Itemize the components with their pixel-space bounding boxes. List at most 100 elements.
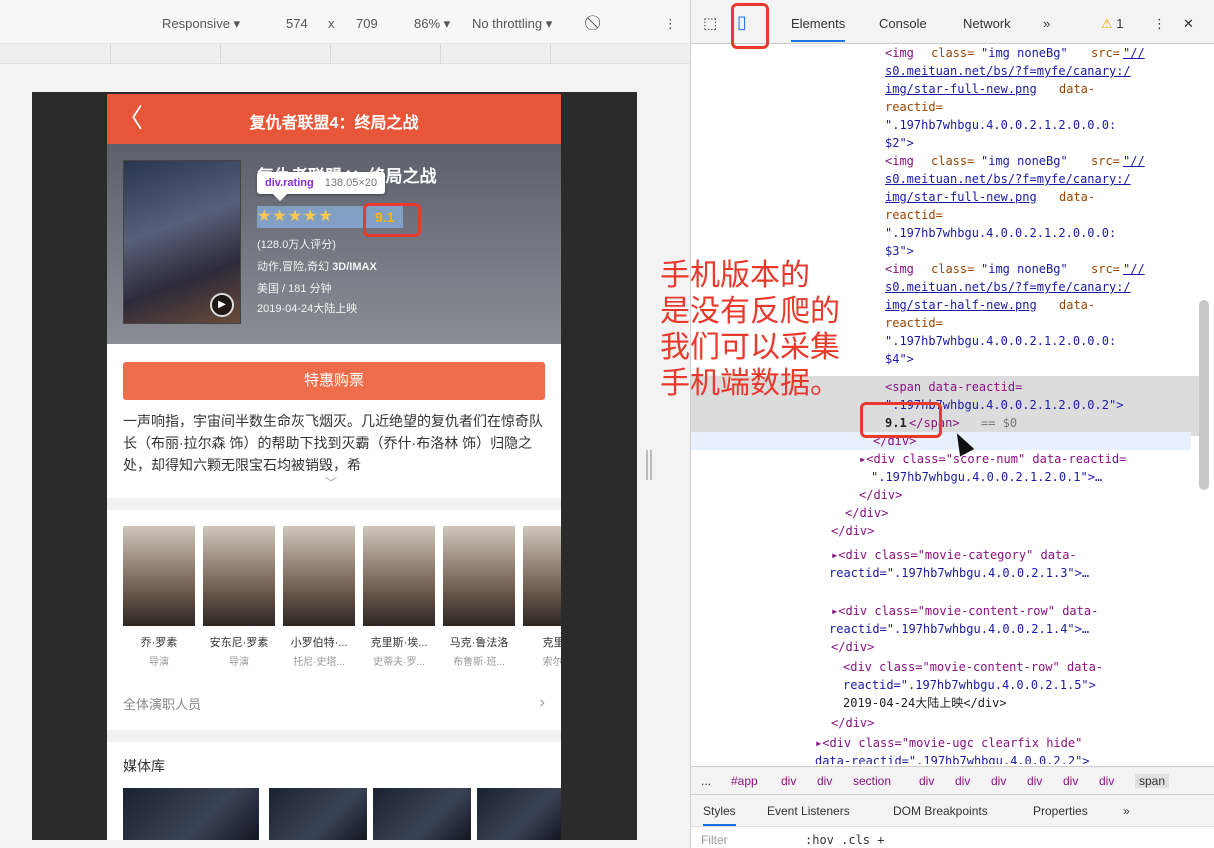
cast-role: 索尔/雷 [542, 657, 561, 668]
dom-node-url[interactable]: s0.meituan.net/bs/?f=myfe/canary:/ [691, 62, 1201, 80]
cast-card[interactable]: 乔·罗素 导演 [123, 526, 195, 668]
breadcrumb-item-active[interactable]: span [1135, 774, 1170, 788]
dom-node[interactable]: <div class="movie-content-row" data- [691, 658, 1201, 676]
breadcrumb-item[interactable]: div [991, 774, 1006, 788]
dom-node[interactable]: </div> [691, 638, 1201, 656]
dom-node[interactable]: </div> [691, 714, 1201, 732]
tab-network[interactable]: Network [963, 16, 1011, 31]
breadcrumb-item[interactable]: #app [731, 774, 758, 788]
cast-name: 马克·鲁法洛 [449, 637, 509, 649]
dom-tree-scrollbar[interactable] [1199, 300, 1209, 490]
dom-node[interactable]: 2019-04-24大陆上映</div> [691, 694, 1201, 712]
annotation-text: 手机版本的 是没有反爬的 我们可以采集 手机端数据。 [660, 258, 890, 402]
movie-poster[interactable]: ▶ [123, 160, 241, 324]
synopsis: 一声响指，宇宙间半数生命灰飞烟灭。几近绝望的复仇者们在惊奇队长（布丽·拉尔森 饰… [123, 413, 543, 473]
tab-event-listeners[interactable]: Event Listeners [767, 804, 850, 818]
release-date: 2019-04-24大陆上映 [257, 303, 358, 315]
tab-elements[interactable]: Elements [791, 16, 846, 42]
cast-name: 乔·罗素 [140, 637, 178, 649]
more-tabs-icon[interactable]: » [1043, 16, 1050, 31]
cast-card[interactable]: 克里斯·埃... 史蒂夫·罗... [363, 526, 435, 668]
dom-node-url[interactable]: s0.meituan.net/bs/?f=myfe/canary:/ [691, 170, 1201, 188]
dom-node[interactable]: reactid=".197hb7whbgu.4.0.0.2.1.3">… [691, 564, 1201, 582]
dom-node[interactable]: ▸<div class="score-num" data-reactid= [691, 450, 1201, 468]
breadcrumb-item[interactable]: div [817, 774, 832, 788]
device-emulation-pane: Responsive ▾ 574 x 709 86% ▾ No throttli… [0, 0, 690, 848]
more-options-icon[interactable]: ⋮ [664, 16, 677, 32]
breadcrumb-item[interactable]: div [1063, 774, 1078, 788]
dom-node[interactable]: </div> [691, 432, 1201, 450]
tab-properties[interactable]: Properties [1033, 804, 1088, 818]
dom-node[interactable]: <img class= "img noneBg" src= "// [691, 152, 1201, 170]
annotation-line: 我们可以采集 [660, 330, 840, 365]
dom-node-url[interactable]: img/star-full-new.png data- [691, 80, 1201, 98]
play-icon[interactable]: ▶ [210, 293, 234, 317]
devtools-panel: ⬚ ▯ Elements Console Network » ⚠ 1 ⋮ ✕ <… [690, 0, 1214, 848]
dom-node[interactable]: reactid=".197hb7whbgu.4.0.0.2.1.4">… [691, 620, 1201, 638]
breadcrumb-item[interactable]: div [781, 774, 796, 788]
chevron-right-icon: › [539, 694, 545, 711]
breadcrumb-item[interactable]: div [919, 774, 934, 788]
styles-filter-bar: Filter :hov .cls + [691, 826, 1214, 848]
breadcrumb-item[interactable]: div [1099, 774, 1114, 788]
media-thumbnail[interactable] [123, 788, 259, 840]
dom-node-url[interactable]: img/star-full-new.png data- [691, 188, 1201, 206]
width-input[interactable]: 574 [286, 16, 308, 31]
throttling-select[interactable]: No throttling ▾ [472, 16, 552, 32]
dom-node[interactable]: </div> [691, 486, 1201, 504]
dom-node-attr: reactid= [885, 208, 943, 222]
more-subtabs-icon[interactable]: » [1123, 804, 1130, 818]
cast-card[interactable]: 小罗伯特·... 托尼·史塔... [283, 526, 355, 668]
media-thumbnail[interactable] [477, 788, 561, 840]
dom-node[interactable]: </div> [691, 504, 1201, 522]
cast-card[interactable]: 安东尼·罗素 导演 [203, 526, 275, 668]
cast-name: 克里斯·埃... [370, 637, 428, 649]
tooltip-tail [272, 186, 288, 202]
cast-photo [203, 526, 275, 626]
buy-ticket-button[interactable]: 特惠购票 [123, 362, 545, 400]
all-cast-link[interactable]: 全体演职人员 › [123, 694, 545, 716]
region-duration: 美国 / 181 分钟 [257, 283, 332, 295]
cast-card[interactable]: 马克·鲁法洛 布鲁斯·班... [443, 526, 515, 668]
close-icon[interactable]: ✕ [1183, 16, 1194, 32]
cast-list: 乔·罗素 导演 安东尼·罗素 导演 小罗伯特·... 托尼·史塔... 克里斯·… [123, 526, 561, 676]
dom-node[interactable]: </div> [691, 522, 1201, 540]
devtools-menu-icon[interactable]: ⋮ [1153, 16, 1166, 32]
inspect-element-icon[interactable]: ⬚ [703, 14, 717, 32]
cast-photo [443, 526, 515, 626]
tab-console[interactable]: Console [879, 16, 927, 31]
hov-cls-toggles[interactable]: :hov .cls + [805, 833, 884, 847]
dom-node-selected[interactable]: 9.1 </span> == $0 [691, 414, 1201, 432]
annotation-line: 手机端数据。 [660, 366, 840, 401]
tab-styles[interactable]: Styles [703, 804, 736, 826]
tab-dom-breakpoints[interactable]: DOM Breakpoints [893, 804, 988, 818]
cast-photo [123, 526, 195, 626]
dom-node[interactable]: ".197hb7whbgu.4.0.0.2.1.2.0.1">… [691, 468, 1201, 486]
cast-card[interactable]: 克里斯 索尔/雷 [523, 526, 561, 668]
dom-node[interactable]: reactid=".197hb7whbgu.4.0.0.2.1.5"> [691, 676, 1201, 694]
breadcrumb-item[interactable]: ... [701, 774, 711, 788]
height-input[interactable]: 709 [356, 16, 378, 31]
devtools-tabbar: ⬚ ▯ Elements Console Network » ⚠ 1 ⋮ ✕ [691, 0, 1214, 44]
dom-node[interactable]: ▸<div class="movie-ugc clearfix hide" [691, 734, 1201, 752]
zoom-select[interactable]: 86% ▾ [414, 16, 450, 32]
pane-resize-handle[interactable] [646, 450, 652, 480]
expand-icon[interactable]: ﹀ [325, 474, 337, 491]
dom-node[interactable]: ▸<div class="movie-category" data- [691, 546, 1201, 564]
rating-count: (128.0万人评分) [257, 239, 336, 251]
media-thumbnail[interactable] [373, 788, 471, 840]
device-select[interactable]: Responsive ▾ [162, 16, 240, 32]
warning-count: 1 [1116, 16, 1124, 31]
breadcrumb-item[interactable]: div [1027, 774, 1042, 788]
dom-node[interactable]: data-reactid=".197hb7whbgu.4.0.0.2.2"> [691, 752, 1201, 764]
media-thumbnail[interactable] [269, 788, 367, 840]
filter-input[interactable]: Filter [701, 833, 728, 847]
all-cast-label: 全体演职人员 [123, 697, 202, 712]
breadcrumb-item[interactable]: section [853, 774, 891, 788]
annotation-box-dom-score [860, 402, 942, 438]
warning-icon: ⚠ [1101, 16, 1113, 31]
cast-role: 布鲁斯·班... [453, 657, 505, 668]
dom-node[interactable]: ▸<div class="movie-content-row" data- [691, 602, 1201, 620]
warning-badge[interactable]: ⚠ 1 [1101, 16, 1124, 32]
breadcrumb-item[interactable]: div [955, 774, 970, 788]
